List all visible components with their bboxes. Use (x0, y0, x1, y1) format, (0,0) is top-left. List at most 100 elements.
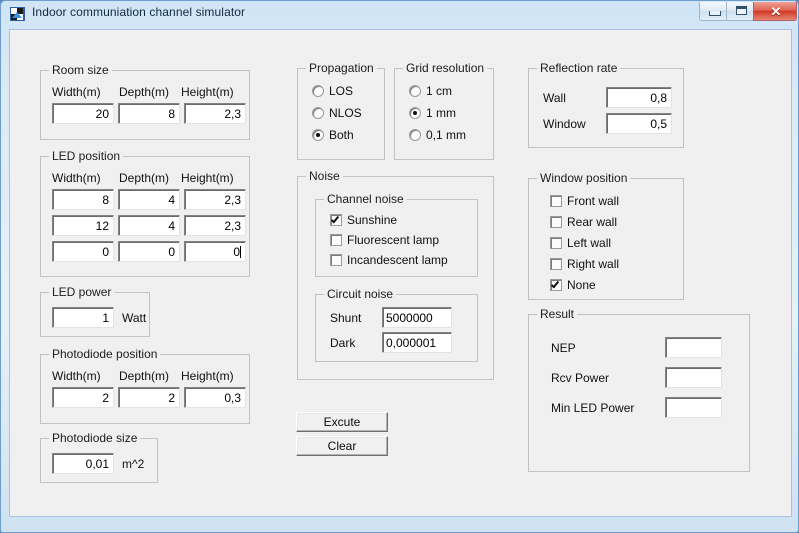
led-position-height-input-2[interactable]: 2,3 (184, 215, 246, 236)
checkbox-sunshine[interactable]: Sunshine (330, 214, 397, 227)
checkbox-left-wall[interactable]: Left wall (550, 237, 611, 250)
room-size-header-height: Height(m) (181, 85, 234, 99)
radio-grid-1mm-label: 1 mm (426, 106, 456, 120)
client-area: Room size Width(m) Depth(m) Height(m) 20… (9, 29, 792, 517)
checkbox-fluorescent-lamp-label: Fluorescent lamp (347, 233, 440, 247)
group-grid-resolution: Grid resolution 1 cm 1 mm 0,1 mm (394, 61, 494, 160)
group-circuit-noise: Circuit noise Shunt 5000000 Dark 0,00000… (315, 287, 478, 362)
radio-grid-01mm[interactable]: 0,1 mm (409, 129, 466, 142)
maximize-button[interactable] (726, 2, 754, 21)
group-title-circuit-noise: Circuit noise (324, 287, 397, 301)
minimize-button[interactable] (699, 2, 727, 21)
group-title-reflection-rate: Reflection rate (537, 61, 621, 75)
wall-label: Wall (543, 91, 566, 105)
radio-grid-01mm-label: 0,1 mm (426, 128, 467, 142)
nep-label: NEP (551, 341, 576, 355)
group-room-size: Room size Width(m) Depth(m) Height(m) 20… (40, 63, 250, 140)
radio-propagation-nlos[interactable]: NLOS (312, 107, 362, 120)
checkbox-right-wall[interactable]: Right wall (550, 258, 619, 271)
group-noise: Noise Channel noise Sunshine Fluorescent… (297, 169, 494, 380)
wall-reflection-input[interactable]: 0,8 (606, 87, 672, 108)
checkbox-rear-wall[interactable]: Rear wall (550, 216, 617, 229)
group-title-room-size: Room size (49, 63, 112, 77)
group-title-window-position: Window position (537, 171, 631, 185)
led-position-depth-input-1[interactable]: 4 (118, 189, 180, 210)
radio-grid-1mm[interactable]: 1 mm (409, 107, 456, 120)
group-title-led-position: LED position (49, 149, 124, 163)
led-position-header-depth: Depth(m) (119, 171, 170, 185)
led-position-width-input-3[interactable]: 0 (52, 241, 114, 262)
checkbox-front-wall-label: Front wall (567, 194, 620, 208)
photodiode-size-input[interactable]: 0,01 (52, 453, 114, 474)
group-title-channel-noise: Channel noise (324, 192, 407, 206)
radio-propagation-nlos-label: NLOS (329, 106, 362, 120)
checkbox-right-wall-label: Right wall (567, 257, 620, 271)
led-position-header-height: Height(m) (181, 171, 234, 185)
group-channel-noise: Channel noise Sunshine Fluorescent lamp … (315, 192, 478, 277)
rcv-power-output[interactable] (665, 367, 722, 388)
room-size-header-width: Width(m) (52, 85, 101, 99)
group-photodiode-position: Photodiode position Width(m) Depth(m) He… (40, 347, 250, 424)
group-title-noise: Noise (306, 169, 343, 183)
group-title-result: Result (537, 307, 578, 321)
checkbox-none-label: None (567, 278, 596, 292)
led-position-height-input-1[interactable]: 2,3 (184, 189, 246, 210)
radio-propagation-both[interactable]: Both (312, 129, 354, 142)
checkbox-sunshine-label: Sunshine (347, 213, 398, 227)
room-size-depth-input[interactable]: 8 (118, 103, 180, 124)
close-icon: ✕ (770, 4, 782, 19)
clear-button[interactable]: Clear (296, 436, 388, 456)
window-reflection-label: Window (543, 117, 586, 131)
checkbox-fluorescent-lamp[interactable]: Fluorescent lamp (330, 234, 439, 247)
photodiode-position-header-height: Height(m) (181, 369, 234, 383)
led-position-height-input-3[interactable]: 0 (184, 241, 246, 262)
min-led-power-label: Min LED Power (551, 401, 635, 415)
checkbox-front-wall[interactable]: Front wall (550, 195, 619, 208)
maximize-icon (736, 6, 747, 15)
radio-grid-1cm-label: 1 cm (426, 84, 453, 98)
checkbox-none[interactable]: None (550, 279, 596, 292)
checkbox-incandescent-lamp-label: Incandescent lamp (347, 253, 448, 267)
radio-grid-1cm[interactable]: 1 cm (409, 85, 452, 98)
group-photodiode-size: Photodiode size 0,01 m^2 (40, 431, 158, 483)
close-button[interactable]: ✕ (753, 2, 797, 21)
led-position-depth-input-2[interactable]: 4 (118, 215, 180, 236)
group-reflection-rate: Reflection rate Wall 0,8 Window 0,5 (528, 61, 684, 148)
dark-input[interactable]: 0,000001 (382, 332, 452, 353)
photodiode-position-width-input[interactable]: 2 (52, 387, 114, 408)
dark-label: Dark (330, 336, 356, 350)
group-title-led-power: LED power (49, 285, 115, 299)
group-window-position: Window position Front wall Rear wall Lef… (528, 171, 684, 300)
window-reflection-input[interactable]: 0,5 (606, 113, 672, 134)
room-size-width-input[interactable]: 20 (52, 103, 114, 124)
photodiode-position-height-input[interactable]: 0,3 (184, 387, 246, 408)
minimize-icon (709, 11, 721, 16)
led-position-width-input-2[interactable]: 12 (52, 215, 114, 236)
group-title-propagation: Propagation (306, 61, 377, 75)
led-position-depth-input-3[interactable]: 0 (118, 241, 180, 262)
led-power-unit: Watt (122, 311, 147, 325)
checkbox-rear-wall-label: Rear wall (567, 215, 618, 229)
window-title: Indoor communiation channel simulator (32, 5, 246, 19)
min-led-power-output[interactable] (665, 397, 722, 418)
room-size-height-input[interactable]: 2,3 (184, 103, 246, 124)
photodiode-position-header-depth: Depth(m) (119, 369, 170, 383)
checkbox-incandescent-lamp[interactable]: Incandescent lamp (330, 254, 448, 267)
led-position-width-input-1[interactable]: 8 (52, 189, 114, 210)
shunt-input[interactable]: 5000000 (382, 307, 452, 328)
group-title-photodiode-size: Photodiode size (49, 431, 141, 445)
radio-propagation-both-label: Both (329, 128, 354, 142)
app-icon (10, 7, 25, 21)
photodiode-position-depth-input[interactable]: 2 (118, 387, 180, 408)
radio-propagation-los[interactable]: LOS (312, 85, 353, 98)
title-bar[interactable]: Indoor communiation channel simulator ✕ (1, 1, 799, 27)
group-title-grid-resolution: Grid resolution (403, 61, 488, 75)
execute-button[interactable]: Excute (296, 412, 388, 432)
checkbox-left-wall-label: Left wall (567, 236, 612, 250)
led-power-input[interactable]: 1 (52, 307, 114, 328)
group-title-photodiode-position: Photodiode position (49, 347, 161, 361)
photodiode-position-header-width: Width(m) (52, 369, 101, 383)
shunt-label: Shunt (330, 311, 362, 325)
nep-output[interactable] (665, 337, 722, 358)
group-led-power: LED power 1 Watt (40, 285, 150, 337)
